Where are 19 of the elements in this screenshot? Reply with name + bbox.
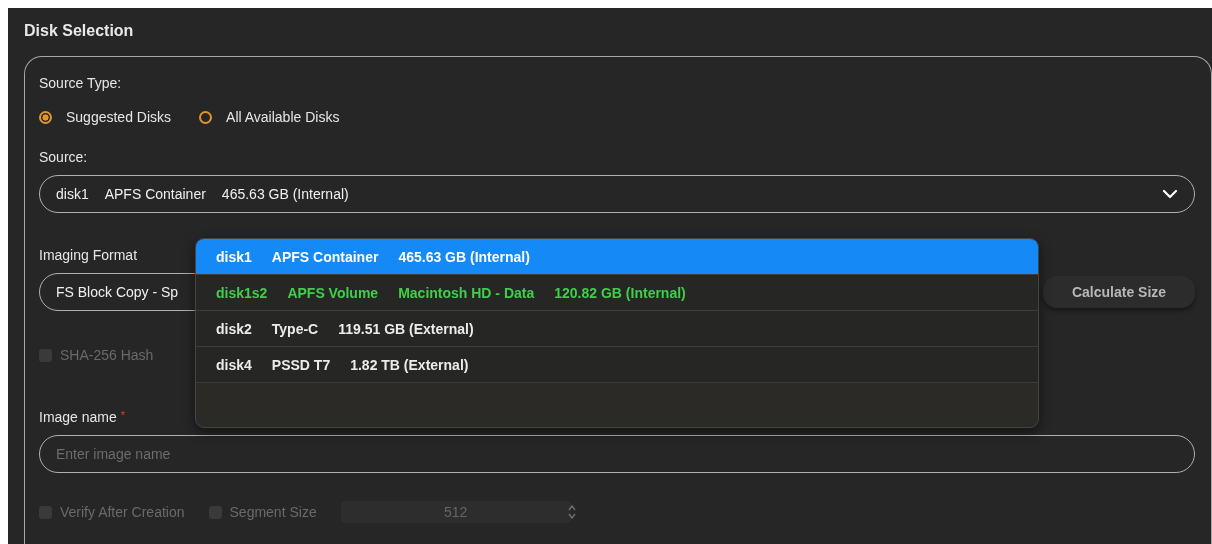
- image-name-field[interactable]: Enter image name: [39, 435, 1195, 473]
- dropdown-item[interactable]: disk1 APFS Container 465.63 GB (Internal): [196, 239, 1038, 275]
- field-label: Source Type:: [39, 75, 122, 91]
- calculate-size-button[interactable]: Calculate Size: [1043, 276, 1195, 308]
- field-label: Source:: [39, 149, 88, 165]
- chevron-down-icon: [1162, 189, 1178, 199]
- radio-button[interactable]: [39, 110, 52, 124]
- source-select[interactable]: disk1 APFS Container 465.63 GB (Internal): [39, 175, 1195, 213]
- dropdown-item[interactable]: disk1s2 APFS Volume Macintosh HD - Data 120.82 GB (Internal): [196, 275, 1038, 311]
- required-mark: *: [120, 409, 126, 423]
- radio-label[interactable]: Suggested Disks: [66, 109, 172, 125]
- field-label: Image name: [39, 409, 117, 425]
- stepper-icon[interactable]: [566, 503, 577, 521]
- dropdown-item[interactable]: disk4 PSSD T7 1.82 TB (External): [196, 347, 1038, 383]
- field-label: Imaging Format: [39, 247, 138, 263]
- radio-button[interactable]: [199, 110, 213, 124]
- dropdown-item[interactable]: disk2 Type-C 119.51 GB (External): [196, 311, 1038, 347]
- radio-label[interactable]: All Available Disks: [226, 109, 340, 125]
- section-title: Disk Selection: [24, 22, 135, 40]
